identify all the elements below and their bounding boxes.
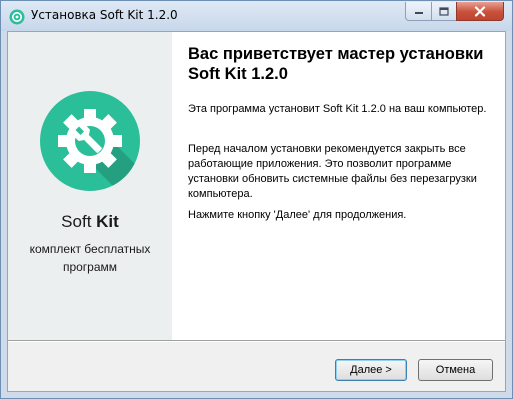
dialog-body: Soft Kit комплект бесплатных программ Ва… [7, 31, 506, 392]
cancel-button[interactable]: Отмена [418, 359, 493, 381]
brand-name-bold: Kit [96, 212, 119, 231]
maximize-icon [439, 6, 449, 16]
next-button[interactable]: Далее > [335, 359, 407, 381]
sidebar-panel: Soft Kit комплект бесплатных программ [8, 32, 172, 340]
installer-window: Установка Soft Kit 1.2.0 Soft Kit компле… [0, 0, 513, 399]
gear-wrench-icon [40, 91, 140, 191]
minimize-button[interactable] [405, 2, 432, 21]
welcome-panel: Вас приветствует мастер установки Soft K… [172, 32, 505, 340]
minimize-icon [414, 12, 423, 14]
brand-tagline: комплект бесплатных программ [29, 242, 151, 274]
app-gear-icon [9, 9, 25, 25]
recommendation-text: Перед началом установки рекомендуется за… [188, 143, 477, 200]
title-bar[interactable]: Установка Soft Kit 1.2.0 [1, 1, 512, 31]
window-title: Установка Soft Kit 1.2.0 [31, 8, 178, 22]
close-button[interactable] [456, 2, 504, 21]
brand-name-regular: Soft [61, 212, 97, 231]
maximize-button[interactable] [431, 2, 457, 21]
intro-text: Эта программа установит Soft Kit 1.2.0 н… [188, 103, 487, 115]
instruction-text: Нажмите кнопку 'Далее' для продолжения. [188, 209, 407, 221]
close-icon [474, 5, 486, 17]
brand-name: Soft Kit [8, 212, 172, 232]
page-title: Вас приветствует мастер установки Soft K… [188, 45, 484, 83]
footer-divider [8, 340, 505, 342]
